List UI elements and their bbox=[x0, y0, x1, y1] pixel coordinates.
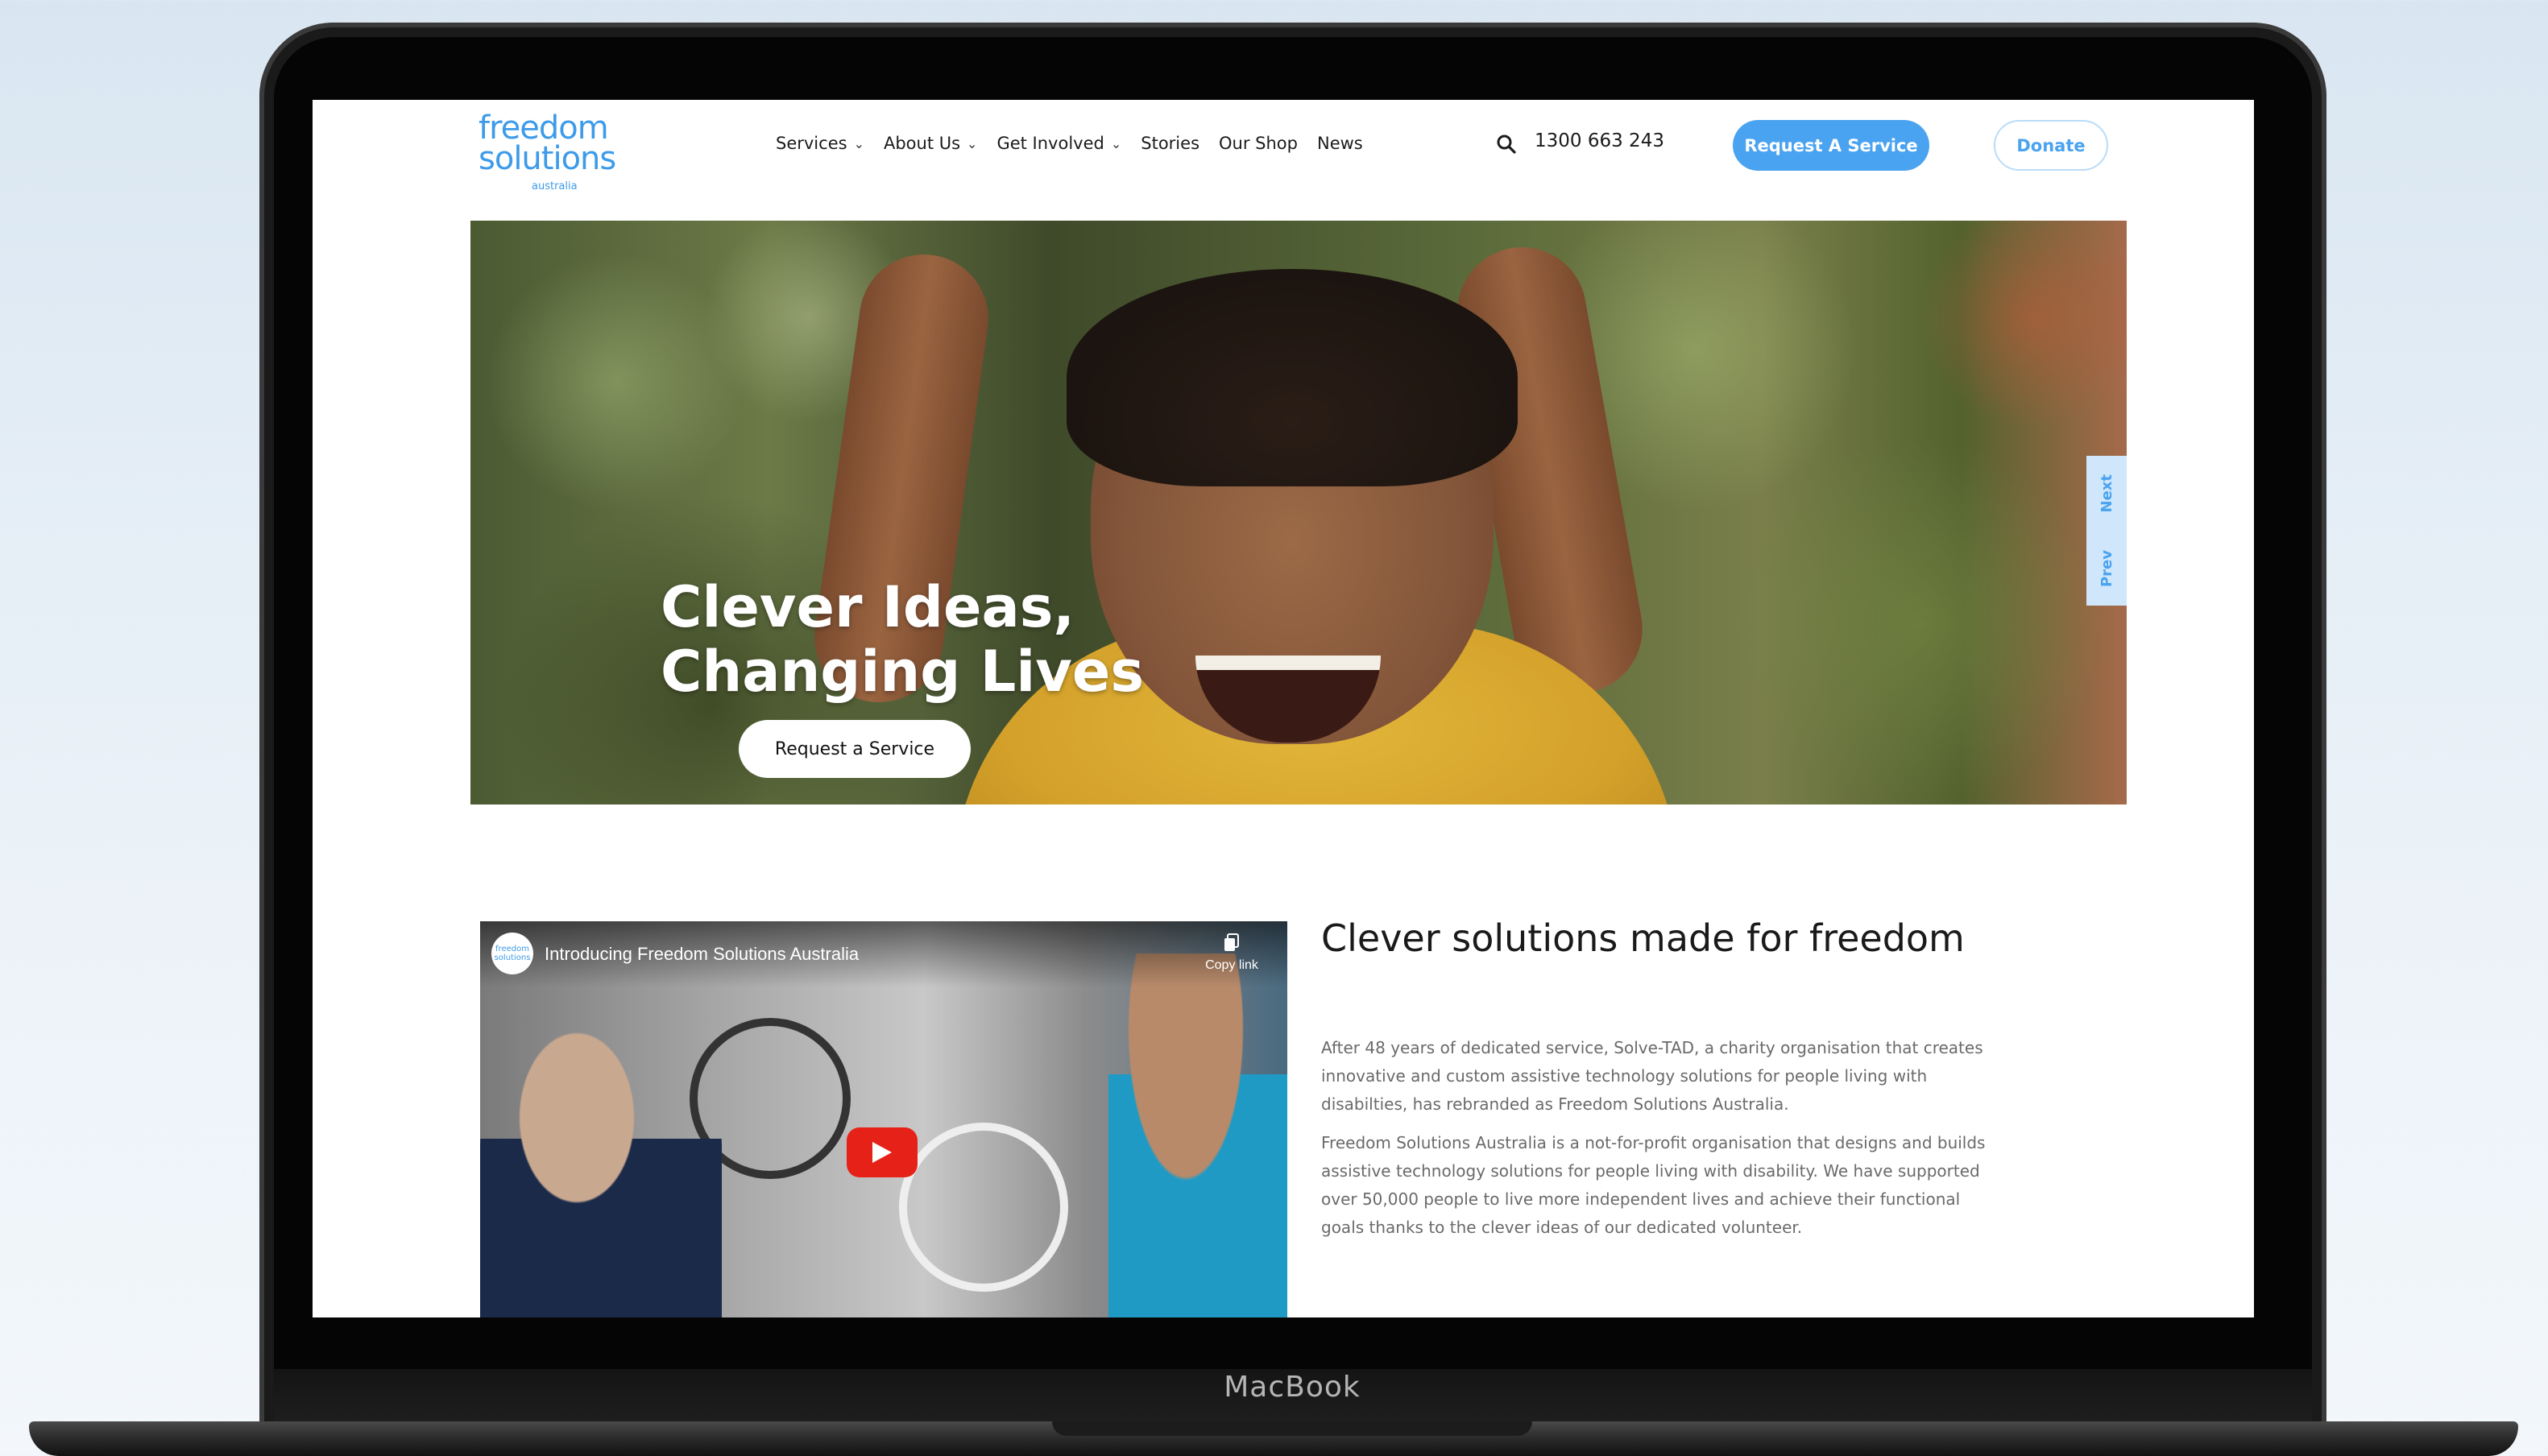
chevron-down-icon: ⌄ bbox=[967, 135, 978, 151]
logo-subtext: australia bbox=[532, 180, 578, 192]
request-service-button[interactable]: Request A Service bbox=[1733, 120, 1929, 171]
site-logo[interactable]: freedom solutions australia bbox=[479, 106, 648, 195]
copy-icon bbox=[1224, 933, 1239, 951]
copy-link-button[interactable]: Copy link bbox=[1195, 933, 1268, 973]
channel-avatar[interactable]: freedom solutions bbox=[491, 933, 533, 974]
section-title: Clever solutions made for freedom bbox=[1321, 916, 1965, 960]
nav-our-shop[interactable]: Our Shop bbox=[1219, 134, 1298, 153]
play-button[interactable] bbox=[847, 1127, 918, 1177]
chevron-down-icon: ⌄ bbox=[1110, 135, 1122, 151]
phone-number[interactable]: 1300 663 243 bbox=[1535, 130, 1664, 151]
nav-services[interactable]: Services ⌄ bbox=[776, 134, 864, 153]
video-embed[interactable]: freedom solutions Introducing Freedom So… bbox=[480, 921, 1287, 1317]
browser-viewport: freedom solutions australia Services ⌄ A… bbox=[313, 100, 2254, 1317]
nav-about-us-label: About Us bbox=[883, 134, 961, 153]
hero-banner: Clever Ideas, Changing Lives Request a S… bbox=[470, 221, 2127, 805]
about-paragraph-1: After 48 years of dedicated service, Sol… bbox=[1321, 1038, 1983, 1114]
device-label: MacBook bbox=[1224, 1371, 1361, 1404]
nav-services-label: Services bbox=[776, 134, 847, 153]
hero-request-service-button[interactable]: Request a Service bbox=[739, 720, 971, 778]
hero-title: Clever Ideas, Changing Lives bbox=[661, 574, 1145, 705]
donate-button[interactable]: Donate bbox=[1994, 120, 2108, 171]
logo-text-line2: solutions bbox=[479, 140, 616, 177]
video-frame-person bbox=[480, 1026, 722, 1317]
nav-news-label: News bbox=[1316, 134, 1363, 153]
nav-get-involved[interactable]: Get Involved ⌄ bbox=[996, 134, 1121, 153]
chevron-down-icon: ⌄ bbox=[853, 135, 864, 151]
video-title[interactable]: Introducing Freedom Solutions Australia bbox=[545, 944, 859, 965]
search-icon[interactable] bbox=[1494, 132, 1518, 156]
hero-photo-hair bbox=[1067, 269, 1518, 486]
nav-stories-label: Stories bbox=[1141, 134, 1200, 153]
nav-about-us[interactable]: About Us ⌄ bbox=[884, 134, 977, 153]
nav-stories[interactable]: Stories bbox=[1141, 134, 1199, 153]
slider-controls: Next Prev bbox=[2086, 456, 2127, 606]
nav-news[interactable]: News bbox=[1317, 134, 1363, 153]
nav-our-shop-label: Our Shop bbox=[1219, 134, 1298, 153]
video-frame-person bbox=[1108, 953, 1287, 1317]
copy-link-label: Copy link bbox=[1205, 958, 1258, 972]
laptop-notch bbox=[1052, 1421, 1532, 1436]
video-frame-wheel bbox=[899, 1123, 1068, 1292]
nav-get-involved-label: Get Involved bbox=[996, 134, 1104, 153]
main-nav: Services ⌄ About Us ⌄ Get Involved ⌄ Sto… bbox=[776, 134, 1382, 153]
play-icon bbox=[872, 1142, 892, 1163]
about-paragraph-2: Freedom Solutions Australia is a not-for… bbox=[1321, 1133, 1986, 1237]
slider-prev-button[interactable]: Prev bbox=[2098, 550, 2115, 587]
slider-next-button[interactable]: Next bbox=[2098, 474, 2115, 513]
